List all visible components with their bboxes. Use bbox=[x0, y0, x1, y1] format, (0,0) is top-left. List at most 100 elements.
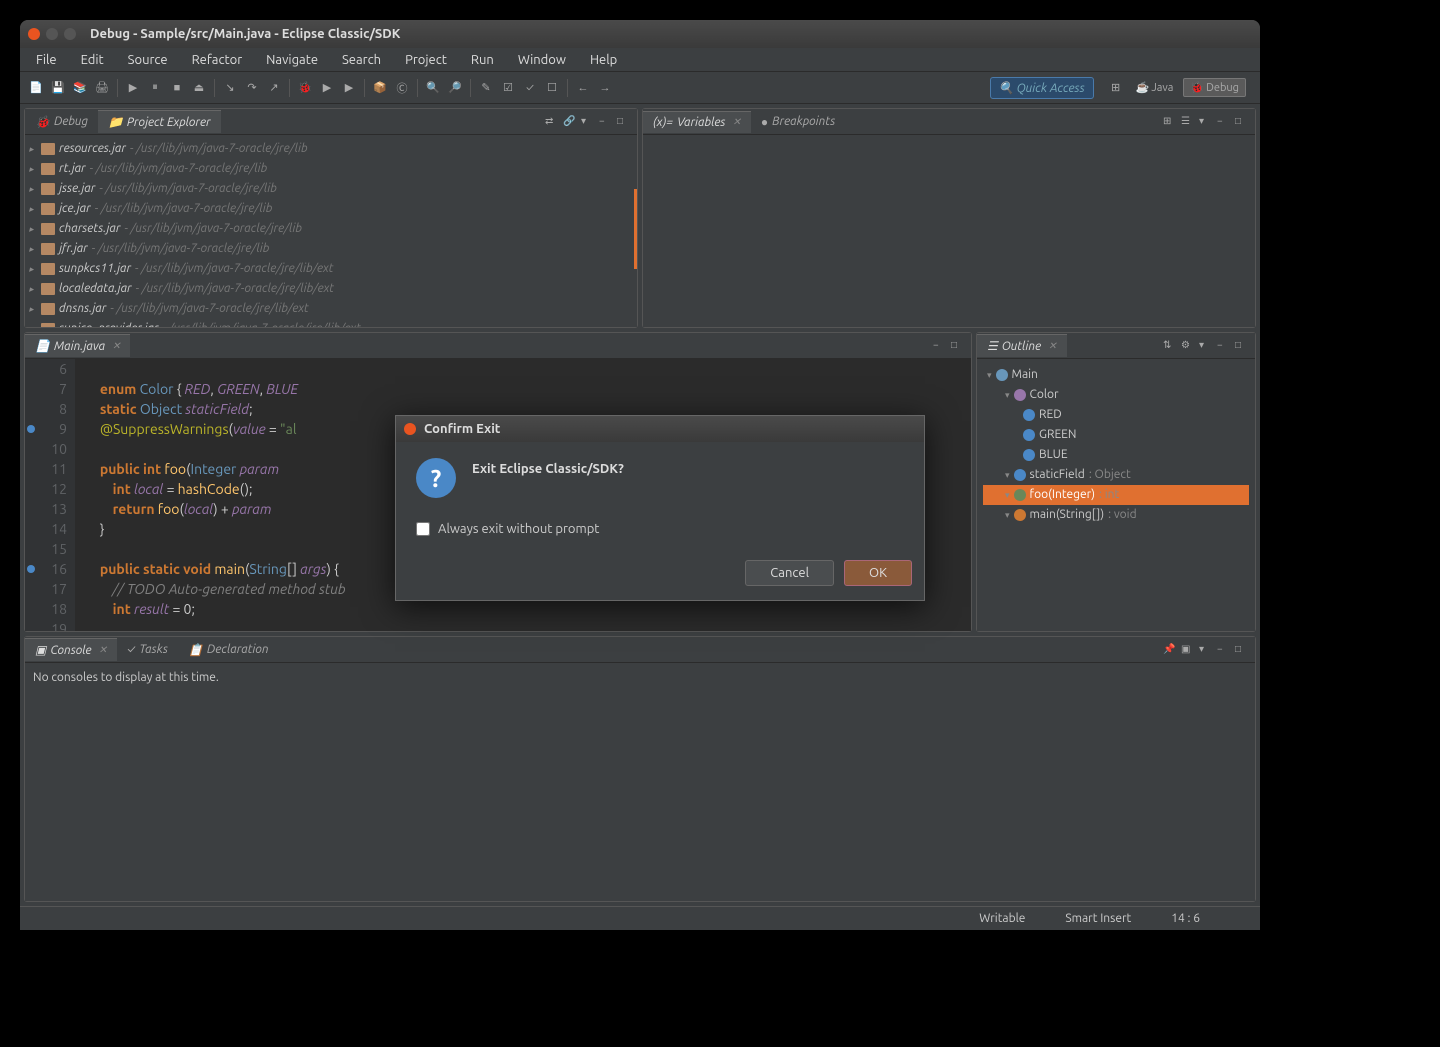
disconnect-icon[interactable]: ⏏ bbox=[189, 78, 209, 98]
step-return-icon[interactable]: ↗ bbox=[264, 78, 284, 98]
maximize-icon[interactable]: □ bbox=[1235, 339, 1249, 353]
editor-tab[interactable]: 📄 Main.java✕ bbox=[25, 334, 130, 357]
outline-item[interactable]: ▾ Main bbox=[983, 365, 1249, 385]
tab-debug[interactable]: 🐞 Debug bbox=[25, 111, 98, 133]
menu-project[interactable]: Project bbox=[395, 51, 457, 69]
tree-item[interactable]: ▸localedata.jar - /usr/lib/jvm/java-7-or… bbox=[29, 279, 633, 299]
minimize-icon[interactable]: − bbox=[1217, 643, 1231, 657]
tree-item[interactable]: ▸jce.jar - /usr/lib/jvm/java-7-oracle/jr… bbox=[29, 199, 633, 219]
show-type-icon[interactable]: ⊞ bbox=[1163, 115, 1177, 129]
tree-item[interactable]: ▸sunjce_provider.jar - /usr/lib/jvm/java… bbox=[29, 319, 633, 327]
menu-run[interactable]: Run bbox=[461, 51, 504, 69]
view-menu-icon[interactable]: ▾ bbox=[1199, 115, 1213, 129]
close-icon[interactable]: ✕ bbox=[1048, 340, 1056, 352]
sort-icon[interactable]: ⇅ bbox=[1163, 339, 1177, 353]
new-class-icon[interactable]: Ⓒ bbox=[392, 78, 412, 98]
menu-help[interactable]: Help bbox=[580, 51, 627, 69]
run-last-icon[interactable]: ▶ bbox=[339, 78, 359, 98]
outline-item[interactable]: ▾ main(String[]) : void bbox=[983, 505, 1249, 525]
minimize-icon[interactable]: − bbox=[1217, 339, 1231, 353]
explorer-tree[interactable]: ▸resources.jar - /usr/lib/jvm/java-7-ora… bbox=[25, 135, 637, 327]
tree-item[interactable]: ▸jfr.jar - /usr/lib/jvm/java-7-oracle/jr… bbox=[29, 239, 633, 259]
tree-icon[interactable]: ☰ bbox=[1181, 115, 1195, 129]
menu-file[interactable]: File bbox=[26, 51, 67, 69]
tree-item[interactable]: ▸jsse.jar - /usr/lib/jvm/java-7-oracle/j… bbox=[29, 179, 633, 199]
menu-source[interactable]: Source bbox=[118, 51, 178, 69]
outline-item[interactable]: ▾ Color bbox=[983, 385, 1249, 405]
save-icon[interactable]: 💾 bbox=[48, 78, 68, 98]
window-minimize-icon[interactable] bbox=[46, 28, 58, 40]
maximize-icon[interactable]: □ bbox=[1235, 115, 1249, 129]
toggle-icon[interactable]: ☑ bbox=[498, 78, 518, 98]
perspective-java[interactable]: ☕ Java bbox=[1130, 79, 1180, 96]
always-exit-checkbox[interactable] bbox=[416, 522, 430, 536]
menu-search[interactable]: Search bbox=[332, 51, 391, 69]
tab-breakpoints[interactable]: ● Breakpoints bbox=[751, 111, 845, 133]
mark-icon[interactable]: ✓ bbox=[520, 78, 540, 98]
open-perspective-icon[interactable]: ⊞ bbox=[1106, 78, 1126, 98]
view-menu-icon[interactable]: ▾ bbox=[1199, 339, 1213, 353]
tree-item[interactable]: ▸resources.jar - /usr/lib/jvm/java-7-ora… bbox=[29, 139, 633, 159]
open-console-icon[interactable]: ▾ bbox=[1199, 643, 1213, 657]
run-icon[interactable]: ▶ bbox=[317, 78, 337, 98]
maximize-icon[interactable]: □ bbox=[617, 115, 631, 129]
tree-item[interactable]: ▸rt.jar - /usr/lib/jvm/java-7-oracle/jre… bbox=[29, 159, 633, 179]
tab-variables[interactable]: (x)= Variables✕ bbox=[643, 111, 751, 133]
tab-project-explorer[interactable]: 📁 Project Explorer bbox=[98, 110, 221, 133]
minimize-icon[interactable]: − bbox=[599, 115, 613, 129]
maximize-icon[interactable]: □ bbox=[1235, 643, 1249, 657]
outline-item[interactable]: ▾ foo(Integer) : int bbox=[983, 485, 1249, 505]
menu-edit[interactable]: Edit bbox=[71, 51, 114, 69]
resume-icon[interactable]: ▶ bbox=[123, 78, 143, 98]
cancel-button[interactable]: Cancel bbox=[745, 560, 834, 586]
ok-button[interactable]: OK bbox=[844, 560, 912, 586]
new-icon[interactable]: 📄 bbox=[26, 78, 46, 98]
filter-icon[interactable]: ⚙ bbox=[1181, 339, 1195, 353]
display-icon[interactable]: ▣ bbox=[1181, 643, 1195, 657]
window-close-icon[interactable] bbox=[28, 28, 40, 40]
search-icon[interactable]: 🔎 bbox=[445, 78, 465, 98]
print-icon[interactable]: 🖨 bbox=[92, 78, 112, 98]
debug-icon[interactable]: 🐞 bbox=[295, 78, 315, 98]
stop-icon[interactable]: ■ bbox=[167, 78, 187, 98]
tree-item[interactable]: ▸dnsns.jar - /usr/lib/jvm/java-7-oracle/… bbox=[29, 299, 633, 319]
back-icon[interactable]: ← bbox=[573, 78, 593, 98]
close-icon[interactable]: ✕ bbox=[732, 116, 740, 128]
tree-item[interactable]: ▸charsets.jar - /usr/lib/jvm/java-7-orac… bbox=[29, 219, 633, 239]
collapse-icon[interactable]: ⇄ bbox=[545, 115, 559, 129]
open-type-icon[interactable]: 🔍 bbox=[423, 78, 443, 98]
maximize-icon[interactable]: □ bbox=[951, 339, 965, 353]
outline-item[interactable]: GREEN bbox=[983, 425, 1249, 445]
tab-tasks[interactable]: ✓ Tasks bbox=[117, 639, 178, 660]
forward-icon[interactable]: → bbox=[595, 78, 615, 98]
dialog-close-icon[interactable] bbox=[404, 423, 416, 435]
perspective-debug[interactable]: 🐞 Debug bbox=[1183, 78, 1246, 97]
step-into-icon[interactable]: ↘ bbox=[220, 78, 240, 98]
outline-tree[interactable]: ▾ Main▾ ColorREDGREENBLUE▾ staticField :… bbox=[977, 359, 1255, 631]
tab-outline[interactable]: ☰ Outline✕ bbox=[977, 334, 1067, 357]
menu-refactor[interactable]: Refactor bbox=[182, 51, 253, 69]
menu-navigate[interactable]: Navigate bbox=[256, 51, 328, 69]
tab-declaration[interactable]: 📋 Declaration bbox=[178, 639, 279, 661]
saveall-icon[interactable]: 📚 bbox=[70, 78, 90, 98]
menu-window[interactable]: Window bbox=[508, 51, 576, 69]
new-package-icon[interactable]: 📦 bbox=[370, 78, 390, 98]
outline-item[interactable]: RED bbox=[983, 405, 1249, 425]
step-over-icon[interactable]: ↷ bbox=[242, 78, 262, 98]
quick-access[interactable]: 🔍 Quick Access bbox=[990, 77, 1094, 99]
link-icon[interactable]: 🔗 bbox=[563, 115, 577, 129]
outline-item[interactable]: ▾ staticField : Object bbox=[983, 465, 1249, 485]
task-icon[interactable]: ☐ bbox=[542, 78, 562, 98]
pin-icon[interactable]: 📌 bbox=[1163, 643, 1177, 657]
outline-item[interactable]: BLUE bbox=[983, 445, 1249, 465]
close-icon[interactable]: ✕ bbox=[99, 644, 107, 656]
edit-icon[interactable]: ✎ bbox=[476, 78, 496, 98]
minimize-icon[interactable]: − bbox=[933, 339, 947, 353]
close-icon[interactable]: ✕ bbox=[112, 340, 120, 352]
window-maximize-icon[interactable] bbox=[64, 28, 76, 40]
view-menu-icon[interactable]: ▾ bbox=[581, 115, 595, 129]
tab-console[interactable]: ▣ Console✕ bbox=[25, 638, 117, 661]
pause-icon[interactable]: ⏸ bbox=[145, 78, 165, 98]
tree-item[interactable]: ▸sunpkcs11.jar - /usr/lib/jvm/java-7-ora… bbox=[29, 259, 633, 279]
minimize-icon[interactable]: − bbox=[1217, 115, 1231, 129]
